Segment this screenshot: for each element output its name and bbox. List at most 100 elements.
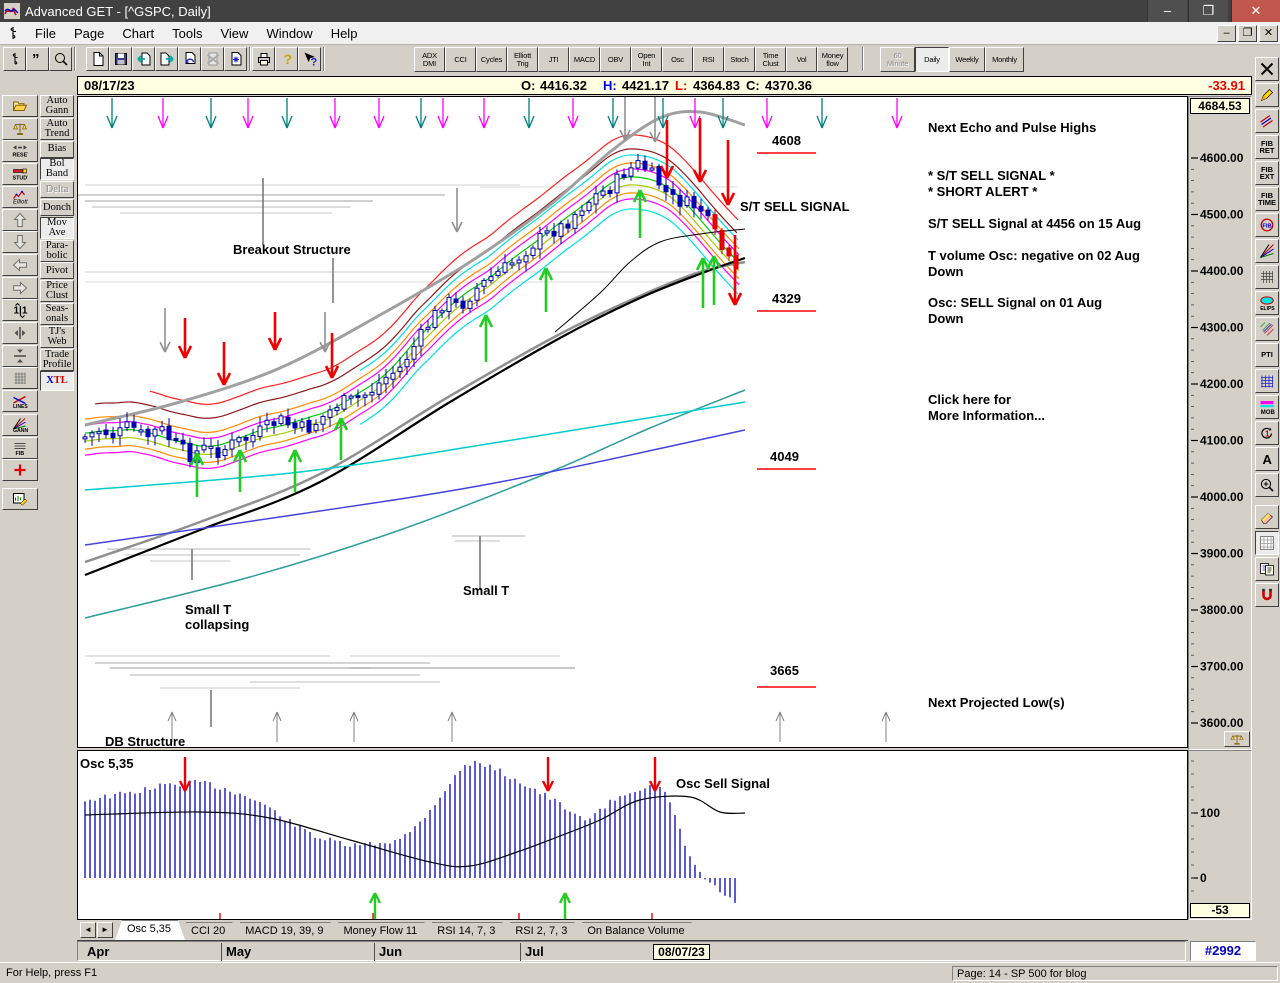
notes-button[interactable] [1255,557,1279,581]
price-chart[interactable]: 4608 4329 4049 3665 Breakout Structure S/T SE… [78,97,1187,747]
grid-blue-button[interactable] [1255,369,1279,393]
pencil-button[interactable] [1255,83,1279,107]
indicator-time-clust[interactable]: Time Clust [755,47,786,72]
reset-button[interactable]: RESET [2,140,38,163]
tab-on-balance-volume[interactable]: On Balance Volume [575,922,698,940]
menu-page[interactable]: Page [65,24,113,43]
indicator-vol[interactable]: Vol [786,47,817,72]
indicator-rsi[interactable]: RSI [693,47,724,72]
chart-area[interactable]: 4608 4329 4049 3665 Breakout Structure S/T SE… [77,96,1188,748]
period-daily[interactable]: Daily [915,47,949,72]
expand-button[interactable] [2,322,38,344]
arrow-right-button[interactable] [2,276,38,299]
study-tj-s-web[interactable]: TJ's Web [40,325,74,348]
indicator-elliott-trig[interactable]: Elliott Trig [507,47,538,72]
grid-small-button[interactable] [1255,265,1279,289]
study-seas-onals[interactable]: Seas-onals [40,303,74,325]
study-trade-profile[interactable]: Trade Profile [40,348,74,371]
cursor-date-box[interactable]: 08/07/23 [653,944,710,960]
gann-button[interactable]: GANN [2,413,38,436]
mob-button[interactable]: MOB [1255,395,1279,419]
study-para-bolic[interactable]: Para-bolic [40,239,74,262]
tab-cci-20[interactable]: CCI 20 [179,922,239,940]
child-restore-button[interactable]: ❐ [1238,25,1257,42]
arrow-left-button[interactable] [2,253,38,276]
pti-button[interactable]: PTI [1255,343,1279,367]
fib-ret-button[interactable]: FIB RET [1255,135,1279,159]
crosshair-button[interactable] [1255,57,1279,81]
more-information-link[interactable]: More Information... [928,408,1045,423]
fib-circle-button[interactable]: FIB [1255,213,1279,237]
arrow-up-button[interactable] [2,208,38,231]
oscillator-chart[interactable]: Osc 5,35 Osc Sell Signal [78,751,1187,919]
open-folder-button[interactable] [2,95,38,117]
chart-edit-button[interactable] [2,487,38,510]
elliott-button[interactable]: Elliott [2,185,38,208]
fib-button[interactable]: FIB [2,436,38,459]
new-chart-button[interactable] [224,47,247,71]
eraser-button[interactable] [1255,505,1279,529]
help-button[interactable]: ? [275,47,298,71]
print-button[interactable] [252,47,275,71]
new-page-button[interactable] [86,47,109,71]
indicator-obv[interactable]: OBV [600,47,631,72]
pin-button[interactable] [3,47,26,71]
indicator-stoch[interactable]: Stoch [724,47,755,72]
tab-rsi-2-7-3[interactable]: RSI 2, 7, 3 [503,922,581,940]
study-donch[interactable]: Donch [40,199,74,216]
child-minimize-button[interactable]: – [1217,25,1236,42]
tab-rsi-14-7-3[interactable]: RSI 14, 7, 3 [425,922,509,940]
scales-button[interactable] [2,117,38,140]
menu-chart[interactable]: Chart [113,24,163,43]
lines-button[interactable]: LINES [2,390,38,413]
tab-osc-5-35[interactable]: Osc 5,35 [115,920,185,940]
time-cycle-button[interactable]: 1 [1255,421,1279,445]
study-auto-trend[interactable]: Auto Trend [40,117,74,140]
tab-scroll-left-button[interactable]: ◄ [80,922,96,938]
oscillator-panel[interactable]: Osc 5,35 Osc Sell Signal [77,750,1188,920]
mosaic-button[interactable] [1255,531,1279,555]
study-bol-band[interactable]: Bol Band [40,158,74,181]
indicator-open-int[interactable]: Open Int [631,47,662,72]
indicator-cci[interactable]: CCI [445,47,476,72]
compress-button[interactable] [2,344,38,367]
period-monthly[interactable]: Monthly [985,47,1024,72]
tab-macd-19-39-9[interactable]: MACD 19, 39, 9 [233,922,337,940]
magnet-button[interactable] [1255,583,1279,607]
menu-window[interactable]: Window [257,24,321,43]
tab-money-flow-11[interactable]: Money Flow 11 [332,922,432,940]
cross-button[interactable] [2,459,38,482]
quotes-button[interactable]: ” [26,47,49,71]
indicator-money-flow[interactable]: Money flow [817,47,848,72]
arrow-down-button[interactable] [2,231,38,254]
study-pivot[interactable]: Pivot [40,262,74,280]
indicator-jti[interactable]: JTI [538,47,569,72]
hatch-button[interactable] [1255,317,1279,341]
fib-ext-button[interactable]: FIB EXT [1255,161,1279,185]
axis-scales-button[interactable] [1224,731,1250,747]
study-auto-gann[interactable]: Auto Gann [40,95,74,117]
indicator-osc[interactable]: Osc [662,47,693,72]
period-weekly[interactable]: Weekly [949,47,985,72]
grid-button[interactable] [2,367,38,390]
context-help-button[interactable]: ? [298,47,321,71]
fan-button[interactable] [1255,239,1279,263]
study-bias[interactable]: Bias [40,140,74,158]
menu-help[interactable]: Help [322,24,367,43]
ellipse-button[interactable]: ELIPS [1255,291,1279,315]
study-mov-ave[interactable]: Mov Ave [40,216,74,239]
menu-file[interactable]: File [26,24,65,43]
save-button[interactable] [109,47,132,71]
magnifier-button[interactable] [49,47,72,71]
price-axis[interactable]: 4600.00 4500.00 4400.00 4300.00 4200.00 4100.… [1188,96,1252,750]
refresh-page-button[interactable] [178,47,201,71]
indicator-adx-dmi[interactable]: ADX DMI [414,47,445,72]
tab-scroll-right-button[interactable]: ► [97,922,113,938]
prev-page-button[interactable] [132,47,155,71]
close-button[interactable]: ✕ [1231,0,1280,22]
next-page-button[interactable] [155,47,178,71]
text-tool-button[interactable]: A [1255,447,1279,471]
study-button[interactable]: STUDY [2,163,38,186]
menu-view[interactable]: View [211,24,257,43]
trendlines-button[interactable] [1255,109,1279,133]
